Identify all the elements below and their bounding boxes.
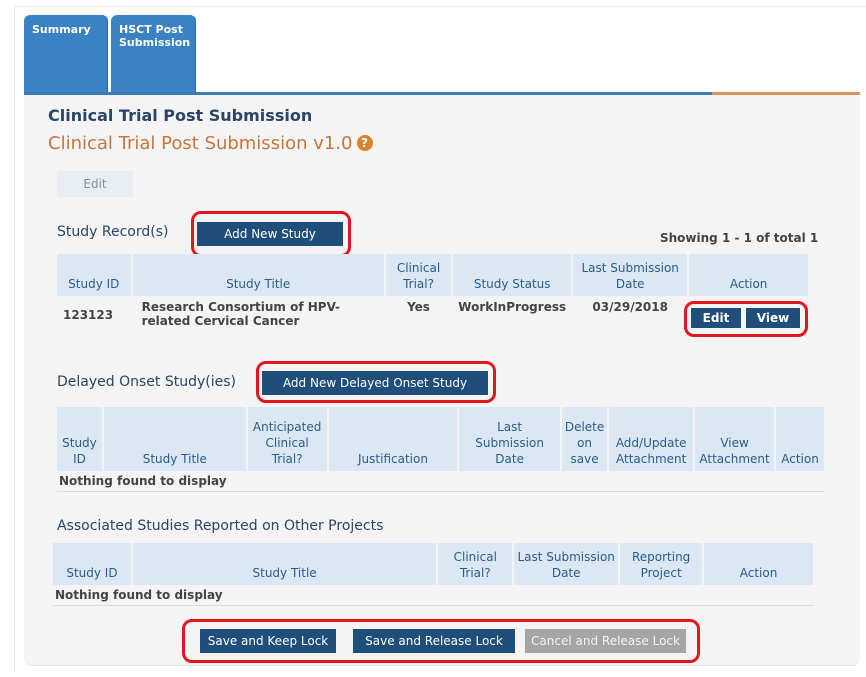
col-study-status: Study Status xyxy=(452,254,574,296)
col-clinical-trial: Clinical Trial? xyxy=(384,254,454,296)
tab-hsct-post-submission[interactable]: HSCT Post Submission xyxy=(111,15,196,93)
col-study-id: Study ID xyxy=(53,543,133,585)
col-study-title: Study Title xyxy=(131,543,439,585)
delayed-onset-table: Study ID Study Title Anticipated Clinical T… xyxy=(57,407,826,492)
associated-studies-label: Associated Studies Reported on Other Pro… xyxy=(57,518,384,534)
add-delayed-onset-button[interactable]: Add New Delayed Onset Study xyxy=(262,371,488,395)
col-delete-on-save: Delete on save xyxy=(560,407,610,471)
col-last-submission: Last Submission Date xyxy=(572,254,690,296)
view-study-button[interactable]: View xyxy=(746,308,800,328)
page-title: Clinical Trial Post Submission xyxy=(48,106,313,125)
associated-studies-table: Study ID Study Title Clinical Trial? Last… xyxy=(53,543,815,606)
add-new-study-button[interactable]: Add New Study xyxy=(197,222,343,246)
col-anticipated-clinical: Anticipated Clinical Trial? xyxy=(246,407,329,471)
col-study-id: Study ID xyxy=(57,407,104,471)
col-study-id: Study ID xyxy=(57,254,133,296)
col-justification: Justification xyxy=(327,407,460,471)
col-clinical-trial: Clinical Trial? xyxy=(437,543,515,585)
col-action: Action xyxy=(775,407,826,471)
col-last-submission: Last Submission Date xyxy=(458,407,562,471)
tab-hsct-label-line2: Submission xyxy=(119,36,191,49)
tab-hsct-label-line1: HSCT Post xyxy=(119,23,183,36)
study-records-label: Study Record(s) xyxy=(57,224,169,240)
empty-row: Nothing found to display xyxy=(53,585,814,606)
save-and-release-lock-button[interactable]: Save and Release Lock xyxy=(353,629,515,653)
col-study-title: Study Title xyxy=(131,254,386,296)
save-and-keep-lock-button[interactable]: Save and Keep Lock xyxy=(200,629,336,653)
tab-summary-label: Summary xyxy=(32,23,91,36)
delayed-onset-label: Delayed Onset Study(ies) xyxy=(57,374,236,390)
cell-study-title: Research Consortium of HPV-related Cervi… xyxy=(141,300,340,328)
help-icon[interactable]: ? xyxy=(356,135,373,151)
page-subtitle: Clinical Trial Post Submission v1.0? xyxy=(48,133,373,154)
col-view-attachment: View Attachment xyxy=(694,407,777,471)
col-action: Action xyxy=(703,543,815,585)
cancel-and-release-lock-button[interactable]: Cancel and Release Lock xyxy=(525,629,686,653)
col-study-title: Study Title xyxy=(102,407,248,471)
records-count: Showing 1 - 1 of total 1 xyxy=(660,231,819,245)
col-reporting-project: Reporting Project xyxy=(619,543,705,585)
cell-clinical: Yes xyxy=(407,300,430,314)
empty-row: Nothing found to display xyxy=(57,471,825,492)
cell-date: 03/29/2018 xyxy=(592,300,668,314)
tab-summary[interactable]: Summary xyxy=(24,15,108,93)
edit-study-button[interactable]: Edit xyxy=(691,308,741,328)
col-add-update-attachment: Add/Update Attachment xyxy=(608,407,696,471)
cell-study-id: 123123 xyxy=(63,308,114,322)
col-action: Action xyxy=(688,254,810,296)
cell-status: WorkInProgress xyxy=(458,300,567,314)
col-last-submission: Last Submission Date xyxy=(513,543,621,585)
page-subtitle-text: Clinical Trial Post Submission v1.0 xyxy=(48,133,353,154)
edit-button-disabled: Edit xyxy=(57,171,133,197)
empty-message: Nothing found to display xyxy=(53,585,814,606)
empty-message: Nothing found to display xyxy=(57,471,825,492)
